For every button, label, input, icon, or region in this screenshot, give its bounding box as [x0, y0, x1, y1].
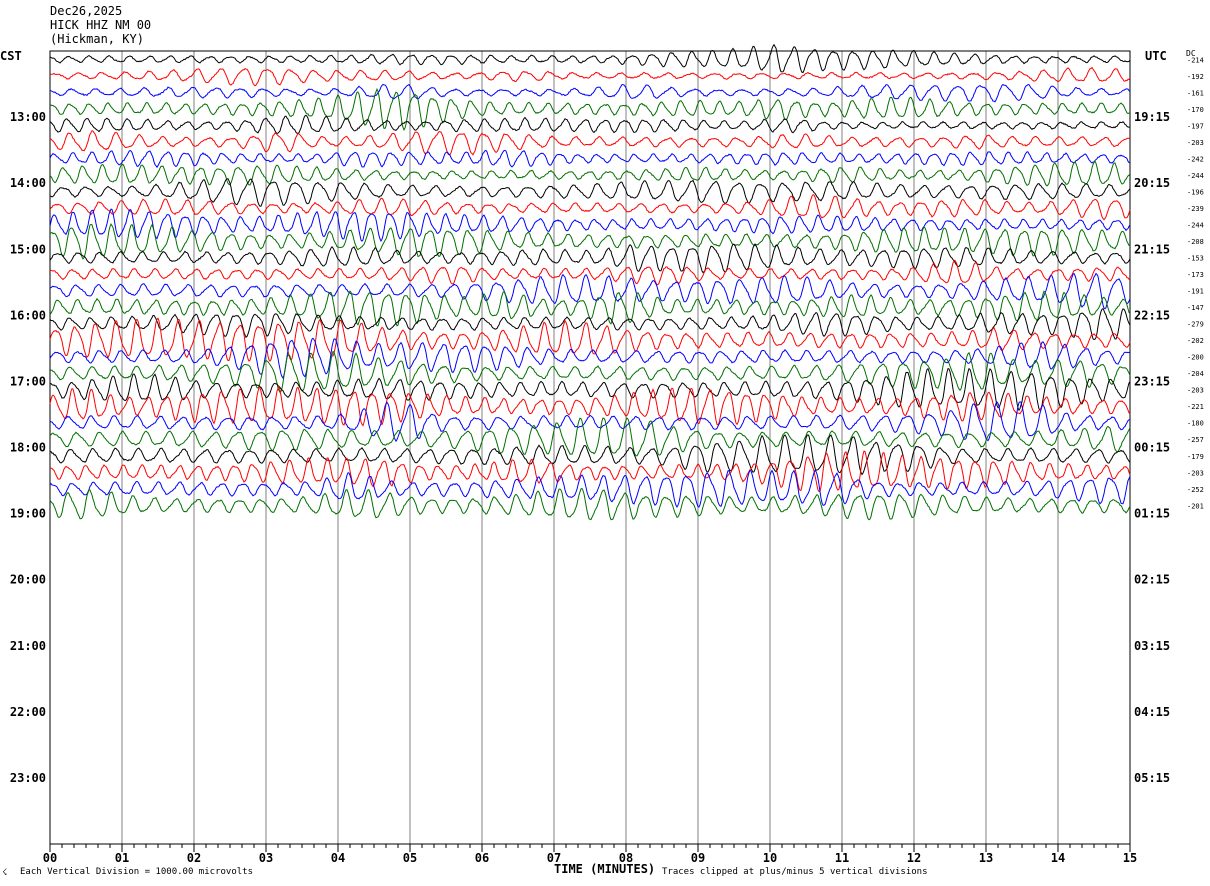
dc-offset-label: -242	[1187, 155, 1204, 163]
x-axis-title: TIME (MINUTES)	[554, 862, 656, 876]
dc-offset-label: -197	[1187, 122, 1204, 130]
left-hour-label: 13:00	[10, 110, 46, 124]
dc-offset-label: -203	[1187, 469, 1204, 477]
dc-offset-label: -200	[1187, 354, 1204, 362]
dc-offset-label: -239	[1187, 205, 1204, 213]
x-tick-label: 00	[43, 851, 57, 865]
dc-offset-label: -214	[1187, 56, 1204, 64]
dc-offset-label: -147	[1187, 304, 1204, 312]
right-hour-label: 23:15	[1134, 374, 1170, 388]
scale-note: Each Vertical Division = 1000.00 microvo…	[20, 867, 253, 877]
seismic-trace	[49, 194, 1131, 221]
dc-offset-label: -257	[1187, 436, 1204, 444]
x-tick-label: 04	[331, 851, 345, 865]
dc-offset-label: -203	[1187, 139, 1204, 147]
seismic-trace	[49, 385, 1131, 427]
x-tick-label: 06	[475, 851, 489, 865]
x-tick-label: 10	[763, 851, 777, 865]
seismic-trace	[49, 130, 1130, 156]
dc-offset-label: -180	[1187, 420, 1204, 428]
right-hour-label: 01:15	[1134, 507, 1170, 521]
plot-frame	[49, 50, 1131, 845]
x-tick-label: 12	[907, 851, 921, 865]
seismic-trace	[49, 114, 1131, 134]
x-tick-label: 05	[403, 851, 417, 865]
dc-offset-label: -191	[1187, 288, 1204, 296]
left-hour-label: 20:00	[10, 573, 46, 587]
x-tick-label: 02	[187, 851, 201, 865]
left-hour-label: 16:00	[10, 308, 46, 322]
dc-offset-label: -153	[1187, 255, 1204, 263]
dc-offset-label: -208	[1187, 238, 1204, 246]
right-hour-label: 03:15	[1134, 639, 1170, 653]
seismic-trace	[49, 149, 1131, 169]
dc-offset-label: -203	[1187, 387, 1204, 395]
left-hour-label: 21:00	[10, 639, 46, 653]
dc-offset-label: -244	[1187, 172, 1204, 180]
x-tick-label: 14	[1051, 851, 1065, 865]
right-hour-label: 02:15	[1134, 573, 1170, 587]
dc-offset-label: -196	[1187, 188, 1204, 196]
left-hour-label: 19:00	[10, 507, 46, 521]
seismic-trace	[50, 66, 1131, 87]
seismic-trace	[49, 290, 1131, 327]
dc-offset-label: -244	[1187, 221, 1204, 229]
dc-offset-label: -221	[1187, 403, 1204, 411]
dc-offset-label: -192	[1187, 73, 1204, 81]
seismic-trace	[49, 160, 1131, 187]
right-hour-label: 22:15	[1134, 308, 1170, 322]
right-hour-label: 20:15	[1134, 176, 1170, 190]
left-hour-label: 14:00	[10, 176, 46, 190]
x-tick-label: 09	[691, 851, 705, 865]
dc-offset-label: -279	[1187, 321, 1204, 329]
left-hour-label: 18:00	[10, 441, 46, 455]
dc-offset-label: -170	[1187, 106, 1204, 114]
x-tick-label: 11	[835, 851, 849, 865]
seismic-trace	[49, 43, 1131, 74]
seismic-trace	[49, 272, 1131, 310]
left-hour-label: 23:00	[10, 771, 46, 785]
right-hour-label: 21:15	[1134, 242, 1170, 256]
left-hour-label: 17:00	[10, 374, 46, 388]
seismic-trace	[49, 308, 1131, 341]
seismic-trace	[49, 243, 1131, 274]
x-tick-label: 03	[259, 851, 273, 865]
seismic-trace	[49, 178, 1131, 207]
right-hour-label: 19:15	[1134, 110, 1170, 124]
seismic-trace	[49, 259, 1131, 286]
clip-note: Traces clipped at plus/minus 5 vertical …	[662, 867, 928, 877]
left-hour-label: 22:00	[10, 705, 46, 719]
seismic-trace	[49, 83, 1131, 103]
corner-mark: ☇	[2, 868, 8, 878]
right-hour-label: 05:15	[1134, 771, 1170, 785]
seismic-trace	[49, 401, 1131, 443]
seismogram-chart: -214 -192 -161 -170 -197 -203 -242 -244 -196 -239…	[10, 43, 1204, 865]
dc-offset-label: -202	[1187, 337, 1204, 345]
dc-offset-label: -173	[1187, 271, 1204, 279]
x-tick-label: 13	[979, 851, 993, 865]
dc-offset-label: -161	[1187, 89, 1204, 97]
left-hour-label: 15:00	[10, 242, 46, 256]
dc-offset-label: -252	[1187, 486, 1204, 494]
right-hour-label: 04:15	[1134, 705, 1170, 719]
x-tick-label: 01	[115, 851, 129, 865]
dc-offset-label: -179	[1187, 453, 1204, 461]
dc-offset-label: -204	[1187, 370, 1204, 378]
x-tick-label: 15	[1123, 851, 1137, 865]
dc-offset-label: -201	[1187, 502, 1204, 510]
right-hour-label: 00:15	[1134, 441, 1170, 455]
